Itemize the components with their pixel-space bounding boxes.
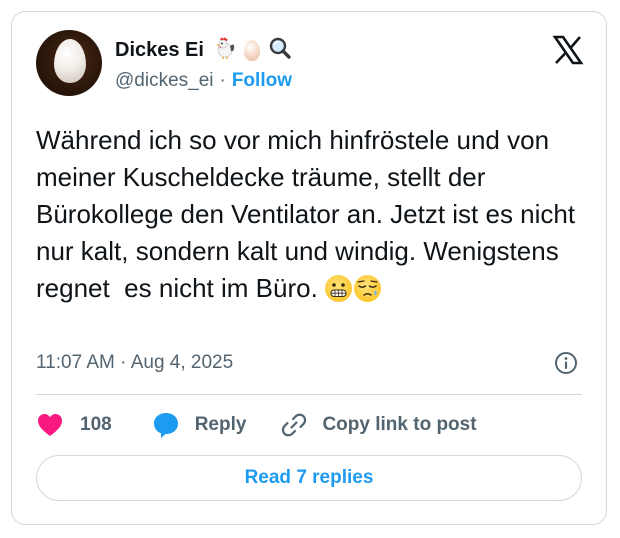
author-name-row: Dickes Ei xyxy=(115,36,292,64)
tweet-embed-card: Dickes Ei @dickes_ei · Follow Während ic… xyxy=(11,11,607,525)
reply-button[interactable]: Reply xyxy=(152,411,247,439)
read-replies-button[interactable]: Read 7 replies xyxy=(36,455,582,501)
sleepy-face-emoji-icon xyxy=(354,275,382,302)
tweet-body: Während ich so vor mich hinfröstele und … xyxy=(36,125,583,303)
egg-emoji-icon xyxy=(243,39,260,61)
like-button[interactable]: 108 xyxy=(36,412,112,438)
info-icon[interactable] xyxy=(554,351,578,375)
follow-link[interactable]: Follow xyxy=(232,70,292,92)
tweet-timestamp[interactable]: 11:07 AM · Aug 4, 2025 xyxy=(36,352,233,374)
like-count: 108 xyxy=(80,414,112,435)
link-icon xyxy=(280,411,308,439)
egg-avatar-image xyxy=(54,39,86,83)
read-replies-label: Read 7 replies xyxy=(244,467,374,488)
author-display-name[interactable]: Dickes Ei xyxy=(115,39,204,62)
x-logo-icon[interactable] xyxy=(552,34,584,66)
rooster-emoji-icon xyxy=(214,36,236,65)
magnifier-emoji-icon xyxy=(268,36,292,65)
grimacing-face-emoji-icon xyxy=(325,275,353,302)
avatar[interactable] xyxy=(36,30,102,96)
heart-icon xyxy=(36,412,64,438)
speech-bubble-icon xyxy=(152,411,180,439)
author-handle-row: @dickes_ei · Follow xyxy=(115,70,292,92)
handle-separator: · xyxy=(219,70,226,91)
divider xyxy=(36,394,582,395)
author-handle[interactable]: @dickes_ei xyxy=(115,70,214,92)
copy-link-button[interactable]: Copy link to post xyxy=(280,411,477,439)
tweet-text: Während ich so vor mich hinfröstele und … xyxy=(36,122,586,307)
copy-link-label: Copy link to post xyxy=(322,414,477,435)
tweet-actions: 108 Reply Copy link to post xyxy=(36,410,477,440)
reply-label: Reply xyxy=(194,414,247,435)
